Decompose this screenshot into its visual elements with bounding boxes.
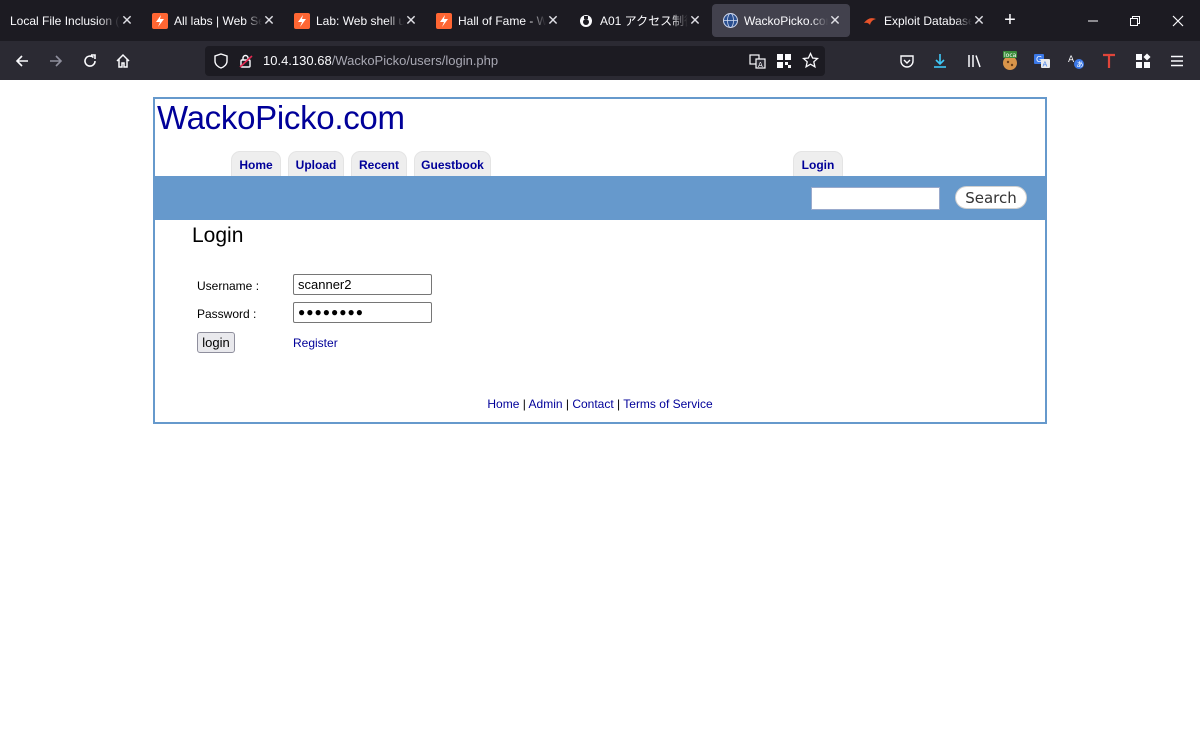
globe-icon [722,13,738,29]
exploitdb-icon [862,13,878,29]
burp-bolt-icon [436,12,452,29]
footer-separator: | [613,397,624,411]
restore-icon[interactable] [1113,0,1157,41]
footer: Home | Admin | Contact | Terms of Servic… [155,397,1045,411]
library-icon[interactable] [960,47,988,75]
footer-separator: | [519,397,529,411]
translator-extension-icon[interactable]: Aあ [1062,47,1090,75]
home-icon[interactable] [109,47,137,75]
tab-exploit-database[interactable]: Exploit Database ✕ [852,0,994,41]
nav-tab-login[interactable]: Login [793,151,843,177]
tab-title: Exploit Database [884,13,972,28]
tab-all-labs[interactable]: All labs | Web Security Academy ✕ [142,0,284,41]
url-path: /WackoPicko/users/login.php [331,53,499,68]
register-link[interactable]: Register [293,336,338,350]
browser-tab-bar: Local File Inclusion (LFI) ✕ All labs | … [0,0,1200,41]
site-container: WackoPicko.com Home Upload Recent Guestb… [153,97,1047,424]
url-bar[interactable]: 10.4.130.68/WackoPicko/users/login.php A [205,46,825,76]
cookie-extension-icon[interactable]: loca [996,47,1024,75]
tab-close-icon[interactable]: ✕ [972,12,986,29]
translate-icon[interactable]: A [749,53,766,75]
tab-close-icon[interactable]: ✕ [828,12,842,29]
svg-text:あ: あ [1077,61,1084,69]
password-field[interactable]: ●●●●●●●● [293,302,432,323]
browser-toolbar: 10.4.130.68/WackoPicko/users/login.php A… [0,41,1200,80]
tab-close-icon[interactable]: ✕ [120,12,134,29]
back-arrow-icon[interactable] [8,47,36,75]
tab-close-icon[interactable]: ✕ [262,12,276,29]
tab-title: All labs | Web Security Academy [174,13,262,28]
pocket-icon[interactable] [893,47,921,75]
reload-icon[interactable] [76,47,104,75]
footer-link-admin[interactable]: Admin [529,397,563,411]
hamburger-menu-icon[interactable] [1163,47,1191,75]
login-button[interactable]: login [197,332,235,353]
password-label: Password : [197,307,257,321]
username-field[interactable]: scanner2 [293,274,432,295]
tab-title: Local File Inclusion (LFI) [10,13,120,28]
tab-local-file-inclusion[interactable]: Local File Inclusion (LFI) ✕ [0,0,142,41]
bookmark-star-icon[interactable] [801,51,820,74]
username-label: Username : [197,279,260,293]
minimize-icon[interactable] [1071,0,1115,41]
shield-icon[interactable] [213,53,229,74]
search-band: Search [155,176,1045,220]
url-host: 10.4.130.68 [263,53,332,68]
owasp-icon [578,13,594,29]
page-viewport: WackoPicko.com Home Upload Recent Guestb… [0,80,1200,750]
search-button[interactable]: Search [955,186,1027,209]
insecure-lock-icon[interactable] [238,53,254,74]
tab-close-icon[interactable]: ✕ [688,12,702,29]
tab-hall-of-fame[interactable]: Hall of Fame - Web ✕ [426,0,568,41]
footer-separator: | [562,397,573,411]
page-title: Login [192,224,244,247]
footer-link-contact[interactable]: Contact [572,397,613,411]
nav-tab-recent[interactable]: Recent [351,151,407,177]
tab-title: A01 アクセス制御の不備 [600,14,688,28]
tab-title: WackoPicko.com [744,13,828,28]
footer-link-terms[interactable]: Terms of Service [623,397,712,411]
tab-title: Hall of Fame - Web [458,13,546,28]
forward-arrow-icon[interactable] [42,47,70,75]
site-title[interactable]: WackoPicko.com [157,99,405,137]
nav-tab-guestbook[interactable]: Guestbook [414,151,491,177]
svg-text:A: A [1043,61,1048,69]
svg-text:A: A [1068,55,1075,65]
burp-bolt-icon [294,12,310,29]
t-extension-icon[interactable] [1095,47,1123,75]
translate-extension-icon[interactable]: GA [1028,47,1056,75]
tab-close-icon[interactable]: ✕ [404,12,418,29]
tab-close-icon[interactable]: ✕ [546,12,560,29]
download-icon[interactable] [926,47,954,75]
tab-wackopicko[interactable]: WackoPicko.com ✕ [712,4,850,37]
search-input[interactable] [811,187,940,210]
footer-link-home[interactable]: Home [487,397,519,411]
tab-web-shell-upload[interactable]: Lab: Web shell upload ✕ [284,0,426,41]
tab-title: Lab: Web shell upload [316,13,404,28]
nav-tab-upload[interactable]: Upload [288,151,344,177]
url-text[interactable]: 10.4.130.68/WackoPicko/users/login.php [263,53,498,68]
svg-text:A: A [758,61,763,69]
new-tab-button[interactable]: + [994,0,1026,41]
tab-a01-access-control[interactable]: A01 アクセス制御の不備 ✕ [568,0,710,41]
qr-grid-icon[interactable] [776,53,792,74]
extension-badge: loca [1004,52,1017,59]
nav-tab-home[interactable]: Home [231,151,281,177]
window-close-icon[interactable] [1156,0,1200,41]
extensions-icon[interactable] [1129,47,1157,75]
burp-bolt-icon [152,12,168,29]
